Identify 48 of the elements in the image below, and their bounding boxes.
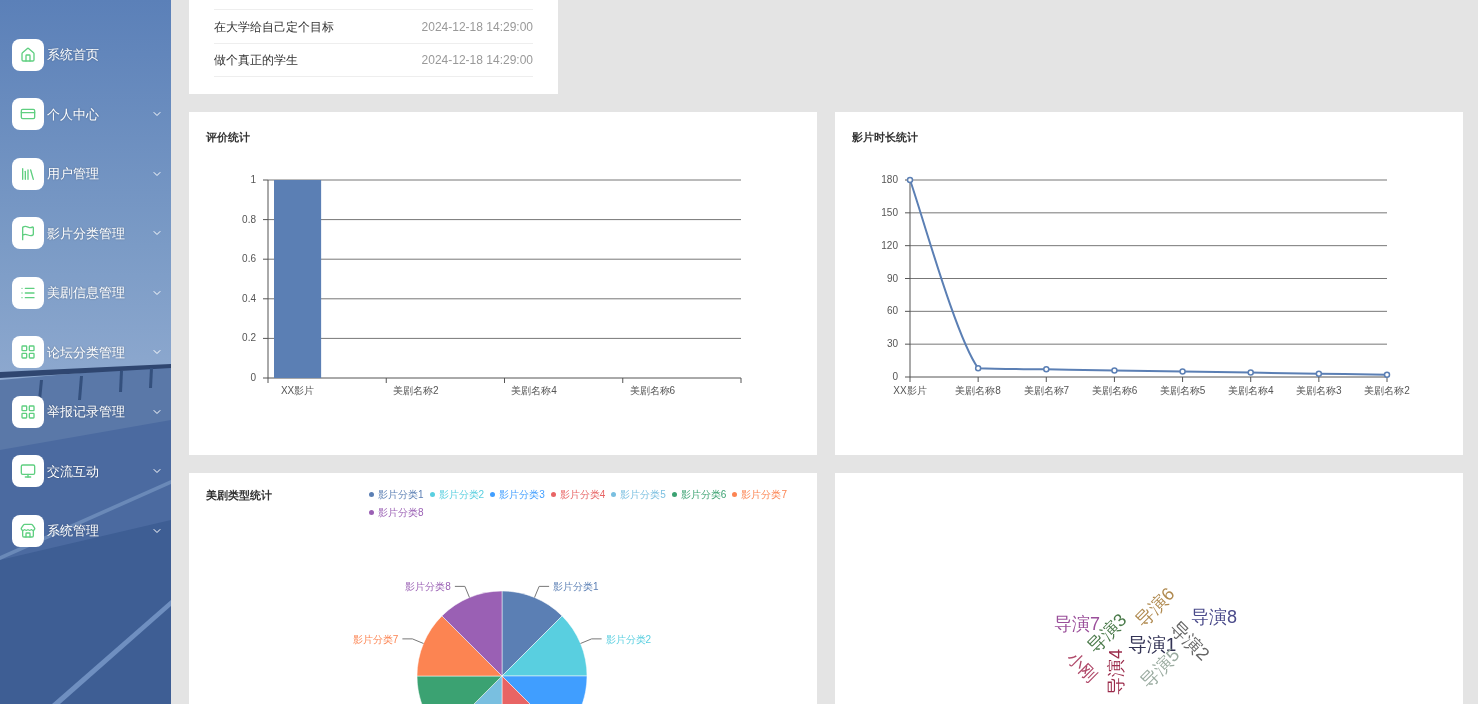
card-title: 影片时长统计 xyxy=(852,129,918,145)
cloud-word: 导演4 xyxy=(1107,649,1125,695)
menu-label: 系统首页 xyxy=(47,46,99,64)
menu-label: 用户管理 xyxy=(47,165,99,183)
axis-label: 0 xyxy=(250,372,256,383)
axis-label: 120 xyxy=(881,239,898,251)
axis-label: 美剧名称5 xyxy=(1159,385,1206,396)
axis-label: 1 xyxy=(250,174,256,185)
cloud-word: 导演7 xyxy=(1054,615,1100,633)
notice-title: 做个真正的学生 xyxy=(214,52,298,69)
axis-label: 美剧名称4 xyxy=(511,385,557,396)
axis-label: 美剧名称7 xyxy=(1023,385,1070,396)
axis-label: 美剧名称6 xyxy=(629,385,676,396)
slice-label: 影片分类1 xyxy=(553,581,599,593)
axis-label: 0.8 xyxy=(242,213,256,225)
menu-label: 举报记录管理 xyxy=(47,403,125,421)
axis-label: 美剧名称6 xyxy=(1091,385,1138,396)
menu-label: 论坛分类管理 xyxy=(47,343,125,362)
slice-label: 影片分类2 xyxy=(605,633,652,645)
slice-label: 影片分类8 xyxy=(405,581,451,593)
menu-label: 美剧信息管理 xyxy=(47,284,125,302)
notice-time: 2024-12-18 14:29:00 xyxy=(421,52,533,69)
card-title: 评价统计 xyxy=(206,129,250,145)
axis-label: 90 xyxy=(886,272,898,284)
card-title: 美剧类型统计 xyxy=(206,488,272,503)
menu-label: 个人中心 xyxy=(47,105,99,124)
axis-label: 0.2 xyxy=(242,332,256,344)
axis-label: 180 xyxy=(881,174,898,185)
menu-label: 影片分类管理 xyxy=(47,224,125,243)
slice-label: 影片分类7 xyxy=(352,633,399,645)
axis-label: 30 xyxy=(886,338,898,350)
axis-label: 60 xyxy=(886,305,898,317)
axis-label: 美剧名称2 xyxy=(393,385,439,396)
axis-label: 0.4 xyxy=(242,292,256,304)
menu-label: 交流互动 xyxy=(47,462,99,481)
notice-time: 2024-12-18 14:29:00 xyxy=(421,18,533,36)
axis-label: 0 xyxy=(892,371,898,382)
axis-label: 150 xyxy=(881,206,898,218)
axis-label: XX影片 xyxy=(280,385,315,396)
axis-label: XX影片 xyxy=(893,385,927,396)
axis-label: 美剧名称2 xyxy=(1364,385,1410,396)
cloud-word: 导演8 xyxy=(1191,608,1237,626)
axis-label: 美剧名称4 xyxy=(1227,385,1274,396)
menu-label: 系统管理 xyxy=(47,522,99,540)
axis-label: 美剧名称3 xyxy=(1296,385,1342,396)
axis-label: 美剧名称8 xyxy=(955,385,1001,396)
notice-title: 在大学给自己定个目标 xyxy=(214,18,334,36)
axis-label: 0.6 xyxy=(242,253,256,265)
